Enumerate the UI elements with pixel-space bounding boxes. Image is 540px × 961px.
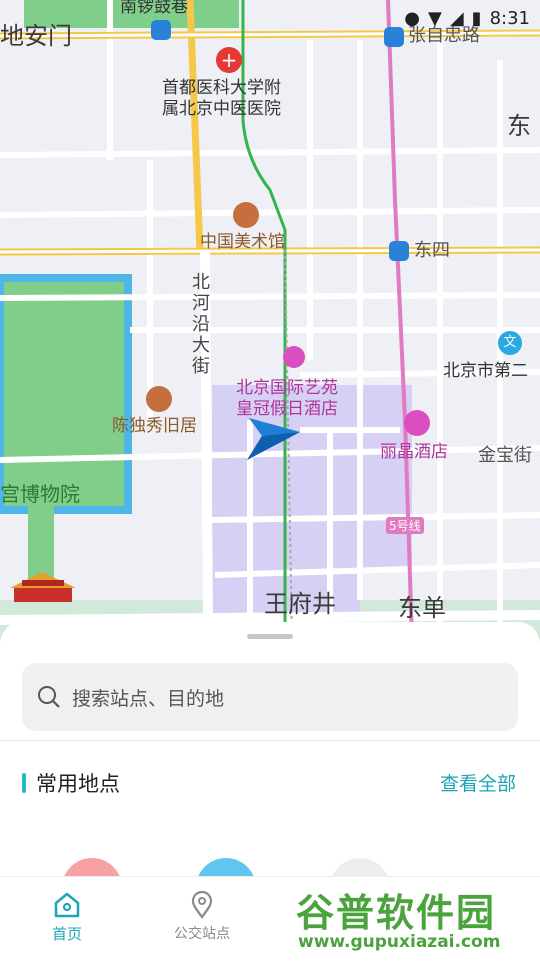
- tiananmen-icon: [10, 572, 76, 602]
- status-bar: ● ▼ ◢ ▮ 8:31: [404, 6, 530, 30]
- search-placeholder: 搜索站点、目的地: [72, 687, 225, 710]
- map-label: 东四: [414, 240, 450, 261]
- home-icon: [54, 892, 80, 918]
- signal-icon: ◢: [449, 7, 464, 29]
- wifi-icon: ▼: [427, 7, 442, 29]
- school-icon[interactable]: 文: [498, 331, 522, 355]
- map-label: 属北京中医医院: [162, 99, 281, 119]
- tab-label: 公交站点: [174, 926, 230, 942]
- metro-icon[interactable]: [389, 241, 409, 261]
- metro-icon[interactable]: [384, 27, 404, 47]
- map-view[interactable]: + 文 南锣鼓巷 地安门 张自忠路 首都医科大学附 属北京中医医院 东 中国美术…: [0, 0, 540, 640]
- section-accent-bar: [22, 773, 26, 793]
- tab-home[interactable]: 首页: [7, 877, 127, 961]
- metro-line-badge: 5号线: [386, 517, 424, 534]
- map-label: 金宝街: [478, 445, 532, 466]
- museum-icon[interactable]: [233, 202, 259, 228]
- drag-handle[interactable]: [247, 634, 293, 639]
- museum-icon[interactable]: [146, 386, 172, 412]
- map-label: 宫博物院: [0, 482, 80, 506]
- battery-icon: ▮: [471, 7, 482, 29]
- map-label: 中国美术馆: [200, 232, 285, 252]
- hotel-icon[interactable]: [404, 410, 430, 436]
- frequent-places: [0, 858, 540, 918]
- map-label: 北京国际艺苑: [236, 378, 338, 398]
- map-label: 南锣鼓巷: [120, 0, 188, 17]
- search-icon: [38, 686, 60, 708]
- tab-bus-stops[interactable]: 公交站点: [142, 877, 262, 961]
- bus-stop-pin-icon: [191, 890, 213, 919]
- hospital-icon[interactable]: +: [216, 47, 242, 73]
- map-label: 东: [507, 112, 531, 140]
- map-label: 皇冠假日酒店: [236, 399, 338, 419]
- map-label: 丽晶酒店: [380, 442, 448, 462]
- clock: 8:31: [489, 7, 530, 29]
- view-all-link[interactable]: 查看全部: [440, 769, 516, 796]
- watermark-url: www.gupuxiazai.com: [298, 932, 501, 952]
- map-label: 东单: [398, 594, 446, 622]
- map-label-vertical: 北河沿大街: [192, 272, 210, 377]
- map-label: 陈独秀旧居: [112, 416, 197, 436]
- watermark: 谷普软件园 www.gupuxiazai.com: [296, 880, 540, 960]
- section-title: 常用地点: [36, 772, 120, 796]
- watermark-title: 谷普软件园: [296, 891, 497, 935]
- map-label: 首都医科大学附: [162, 78, 281, 98]
- metro-icon[interactable]: [151, 20, 171, 40]
- section-header: 常用地点: [22, 768, 120, 798]
- tab-label: 首页: [51, 925, 82, 943]
- map-label: 地安门: [0, 22, 72, 50]
- location-icon: ●: [404, 7, 420, 29]
- hotel-icon[interactable]: [283, 346, 305, 368]
- map-label: 王府井: [264, 590, 336, 618]
- search-bar[interactable]: 搜索站点、目的地: [22, 663, 518, 731]
- map-label: 北京市第二: [443, 361, 528, 381]
- divider: [0, 740, 540, 741]
